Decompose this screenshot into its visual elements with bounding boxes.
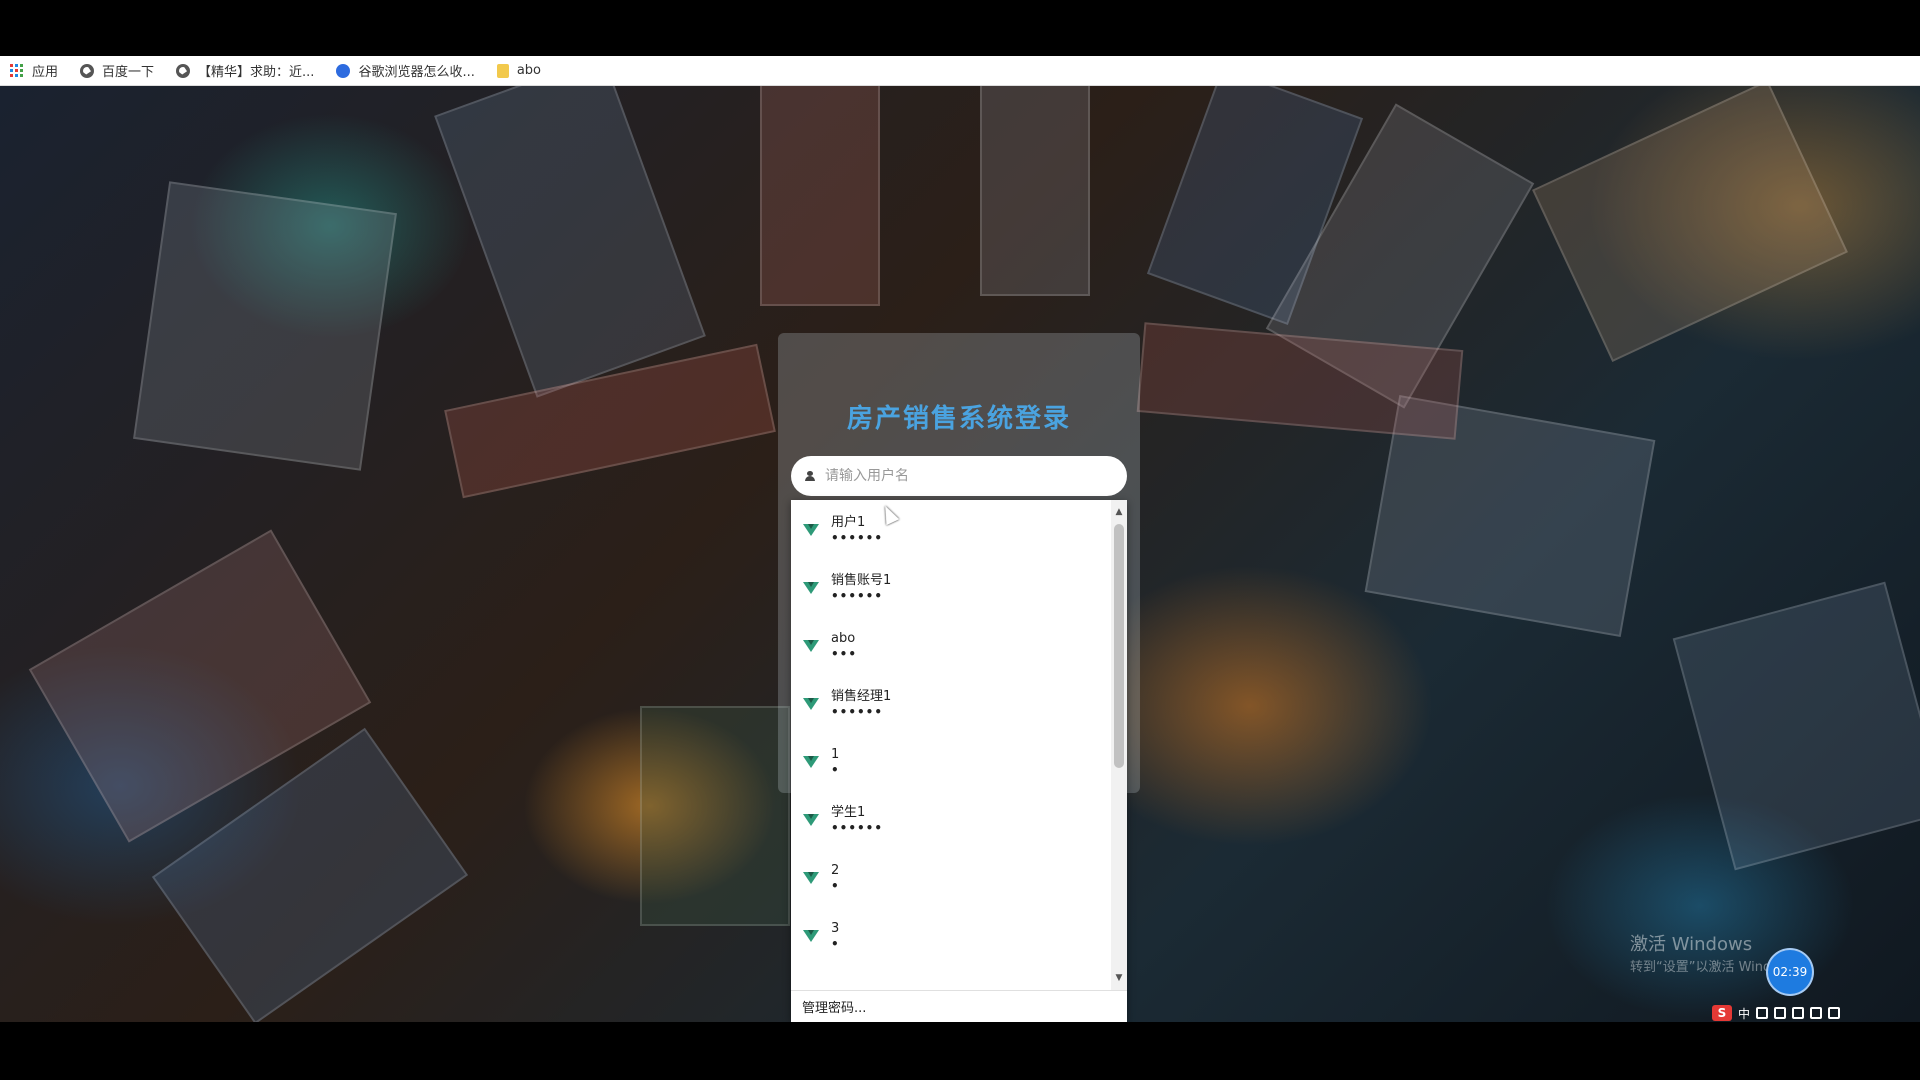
globe-icon — [176, 63, 191, 78]
globe-icon — [80, 63, 95, 78]
credential-item[interactable]: 学生1 •••••• — [791, 790, 1111, 848]
shirt-icon[interactable] — [1810, 1007, 1823, 1019]
credential-username: 1 — [831, 746, 840, 762]
credential-item[interactable]: 用户1 •••••• — [791, 500, 1111, 558]
microphone-icon[interactable] — [1774, 1007, 1787, 1019]
system-tray: S 中 — [1712, 1004, 1841, 1022]
credential-username: abo — [831, 630, 856, 646]
scroll-up-icon[interactable]: ▲ — [1111, 504, 1127, 520]
apps-icon — [10, 63, 24, 78]
credential-username: 销售账号1 — [831, 572, 892, 588]
username-field[interactable] — [791, 456, 1127, 496]
folder-icon — [496, 63, 509, 78]
bookmark-folder-abo[interactable]: abo — [496, 63, 542, 78]
activate-windows-watermark: 激活 Windows — [1630, 934, 1753, 955]
bookmark-chrome-howto[interactable]: 谷歌浏览器怎么收... — [336, 61, 475, 80]
key-icon — [803, 753, 819, 769]
bookmark-baidu[interactable]: 百度一下 — [80, 61, 154, 80]
credential-password-mask: •••••• — [831, 530, 884, 545]
bookmarks-bar: 应用 百度一下 【精华】求助：近... 谷歌浏览器怎么收... abo — [0, 56, 1920, 86]
user-icon — [805, 471, 815, 481]
bookmark-label: 应用 — [32, 65, 59, 80]
credential-username: 学生1 — [831, 804, 866, 820]
credential-item[interactable]: 销售经理1 •••••• — [791, 674, 1111, 732]
credentials-list: 用户1 •••••• 销售账号1 •••••• abo ••• 销售经理1 ••… — [791, 500, 1111, 990]
key-icon — [803, 579, 819, 595]
key-icon — [803, 637, 819, 653]
credential-username: 销售经理1 — [831, 688, 892, 704]
key-icon — [803, 521, 819, 537]
credential-password-mask: • — [831, 936, 840, 951]
letterbox-top — [0, 0, 1920, 56]
emoji-icon[interactable] — [1756, 1007, 1769, 1019]
credential-item[interactable]: abo ••• — [791, 616, 1111, 674]
credential-item[interactable]: 销售账号1 •••••• — [791, 558, 1111, 616]
saved-credentials-dropdown: 用户1 •••••• 销售账号1 •••••• abo ••• 销售经理1 ••… — [791, 500, 1127, 1022]
username-input[interactable] — [825, 468, 1105, 484]
credential-password-mask: •••••• — [831, 588, 884, 603]
credential-password-mask: • — [831, 878, 840, 893]
bookmark-label: abo — [516, 63, 542, 78]
credential-username: 2 — [831, 862, 840, 878]
bookmark-help-post[interactable]: 【精华】求助：近... — [176, 61, 314, 80]
credential-item[interactable]: 1 • — [791, 732, 1111, 790]
bookmark-label: 谷歌浏览器怎么收... — [358, 65, 475, 80]
key-icon — [803, 811, 819, 827]
bookmark-label: 百度一下 — [102, 65, 155, 80]
recording-timer-badge[interactable]: 02:39 — [1766, 948, 1814, 996]
credential-password-mask: •••••• — [831, 820, 884, 835]
sogou-ime-icon[interactable]: S — [1712, 1005, 1732, 1021]
credential-item[interactable]: 3 • — [791, 906, 1111, 964]
key-icon — [803, 695, 819, 711]
grid-icon[interactable] — [1828, 1007, 1841, 1019]
key-icon — [803, 869, 819, 885]
scroll-down-icon[interactable]: ▼ — [1111, 970, 1127, 986]
credential-password-mask: • — [831, 762, 840, 777]
scrollbar-thumb[interactable] — [1114, 524, 1124, 768]
login-title: 房产销售系统登录 — [846, 404, 1071, 434]
bookmark-label: 【精华】求助：近... — [198, 65, 315, 80]
ime-mode-label[interactable]: 中 — [1738, 1005, 1750, 1022]
credential-item[interactable]: 2 • — [791, 848, 1111, 906]
letterbox-bottom — [0, 1022, 1920, 1080]
bookmark-apps[interactable]: 应用 — [10, 61, 58, 80]
key-icon — [803, 927, 819, 943]
credential-username: 用户1 — [831, 514, 866, 530]
dropdown-scrollbar[interactable]: ▲ ▼ — [1111, 500, 1127, 990]
credential-password-mask: ••• — [831, 646, 858, 661]
credential-password-mask: •••••• — [831, 704, 884, 719]
manage-passwords-link[interactable]: 管理密码... — [791, 990, 1127, 1022]
credential-username: 3 — [831, 920, 840, 936]
keyboard-icon[interactable] — [1792, 1007, 1805, 1019]
paw-icon — [336, 63, 351, 78]
